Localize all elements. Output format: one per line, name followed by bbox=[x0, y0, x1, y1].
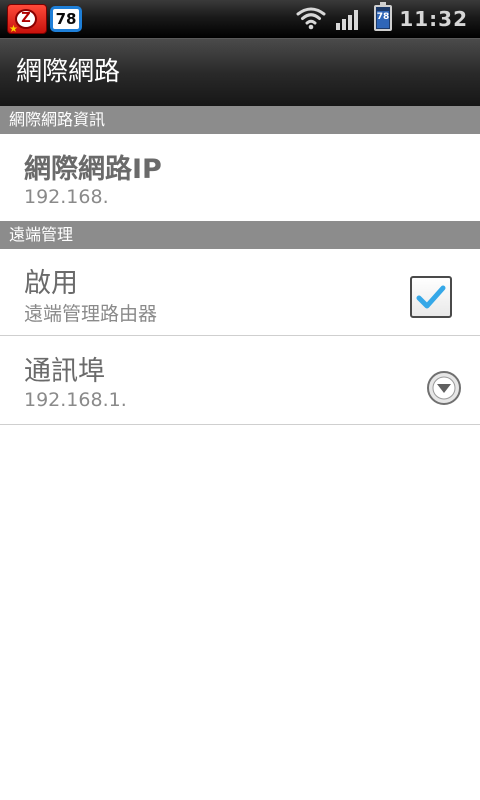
dropdown-arrow-icon[interactable] bbox=[426, 370, 462, 406]
title-bar: 網際網路 bbox=[0, 38, 480, 106]
pref-internet-ip[interactable]: 網際網路IP 192.168. bbox=[0, 134, 480, 221]
pref-port[interactable]: 通訊埠 192.168.1. bbox=[0, 337, 480, 425]
page-title: 網際網路 bbox=[16, 57, 121, 87]
pref-summary: 192.168.1. bbox=[24, 389, 127, 411]
section-header-internet-info: 網際網路資訊 bbox=[0, 106, 480, 134]
status-clock: 11:32 bbox=[399, 7, 468, 31]
section-header-remote-management: 遠端管理 bbox=[0, 221, 480, 249]
battery-level-label: 78 bbox=[376, 12, 390, 22]
enable-checkbox[interactable] bbox=[410, 276, 452, 318]
pref-summary: 遠端管理路由器 bbox=[24, 303, 158, 325]
notification-count-badge: 78 bbox=[50, 6, 82, 32]
checkmark-icon bbox=[416, 285, 446, 309]
pref-summary: 192.168. bbox=[24, 186, 109, 208]
status-bar: Z ★ 78 78 11:32 bbox=[0, 0, 480, 38]
pref-title: 啟用 bbox=[24, 268, 78, 299]
pref-enable-remote-management[interactable]: 啟用 遠端管理路由器 bbox=[0, 249, 480, 336]
pref-title: 通訊埠 bbox=[24, 356, 105, 387]
pref-title: 網際網路IP bbox=[24, 154, 162, 185]
app-notification-icon: Z ★ bbox=[7, 4, 47, 35]
wifi-icon bbox=[296, 7, 326, 30]
cell-signal-icon bbox=[336, 10, 358, 30]
battery-icon: 78 bbox=[374, 2, 392, 31]
